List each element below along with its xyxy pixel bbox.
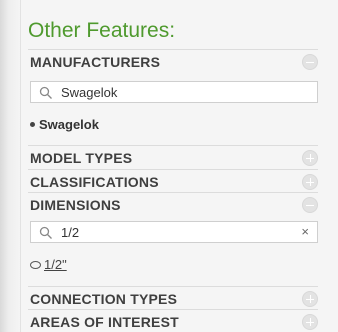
dimension-option-label: 1/2" [44, 257, 67, 272]
plus-circle-icon[interactable] [302, 174, 318, 190]
section-model-types-label: MODEL TYPES [30, 150, 133, 166]
section-model-types[interactable]: MODEL TYPES [28, 145, 318, 170]
plus-circle-icon[interactable] [302, 314, 318, 330]
selected-manufacturer-label: Swagelok [39, 117, 99, 132]
section-manufacturers[interactable]: MANUFACTURERS [28, 49, 318, 74]
manufacturer-search-input[interactable]: Swagelok [30, 81, 318, 103]
bullet-icon [30, 122, 35, 128]
selected-manufacturer[interactable]: Swagelok [30, 117, 99, 132]
dimension-search-input[interactable]: 1/2 × [30, 221, 318, 243]
section-dimensions-label: DIMENSIONS [30, 197, 121, 213]
clear-icon[interactable]: × [301, 225, 309, 239]
minus-circle-icon[interactable] [302, 54, 318, 70]
section-connection-types[interactable]: CONNECTION TYPES [28, 286, 318, 311]
dimension-option[interactable]: 1/2" [30, 257, 67, 272]
section-classifications[interactable]: CLASSIFICATIONS [28, 169, 318, 194]
search-icon [39, 226, 52, 239]
plus-circle-icon[interactable] [302, 150, 318, 166]
section-areas-of-interest-label: AREAS OF INTEREST [30, 314, 179, 330]
page-shadow [0, 0, 22, 332]
panel-title: Other Features: [28, 19, 176, 42]
section-classifications-label: CLASSIFICATIONS [30, 174, 159, 190]
radio-icon [30, 260, 41, 269]
section-connection-types-label: CONNECTION TYPES [30, 291, 178, 307]
search-icon [39, 86, 52, 99]
minus-circle-icon[interactable] [302, 197, 318, 213]
section-areas-of-interest[interactable]: AREAS OF INTEREST [28, 309, 318, 332]
section-manufacturers-label: MANUFACTURERS [30, 54, 161, 70]
dimension-search-value: 1/2 [61, 225, 80, 240]
section-dimensions[interactable]: DIMENSIONS [28, 192, 318, 217]
manufacturer-search-value: Swagelok [61, 85, 118, 100]
plus-circle-icon[interactable] [302, 291, 318, 307]
